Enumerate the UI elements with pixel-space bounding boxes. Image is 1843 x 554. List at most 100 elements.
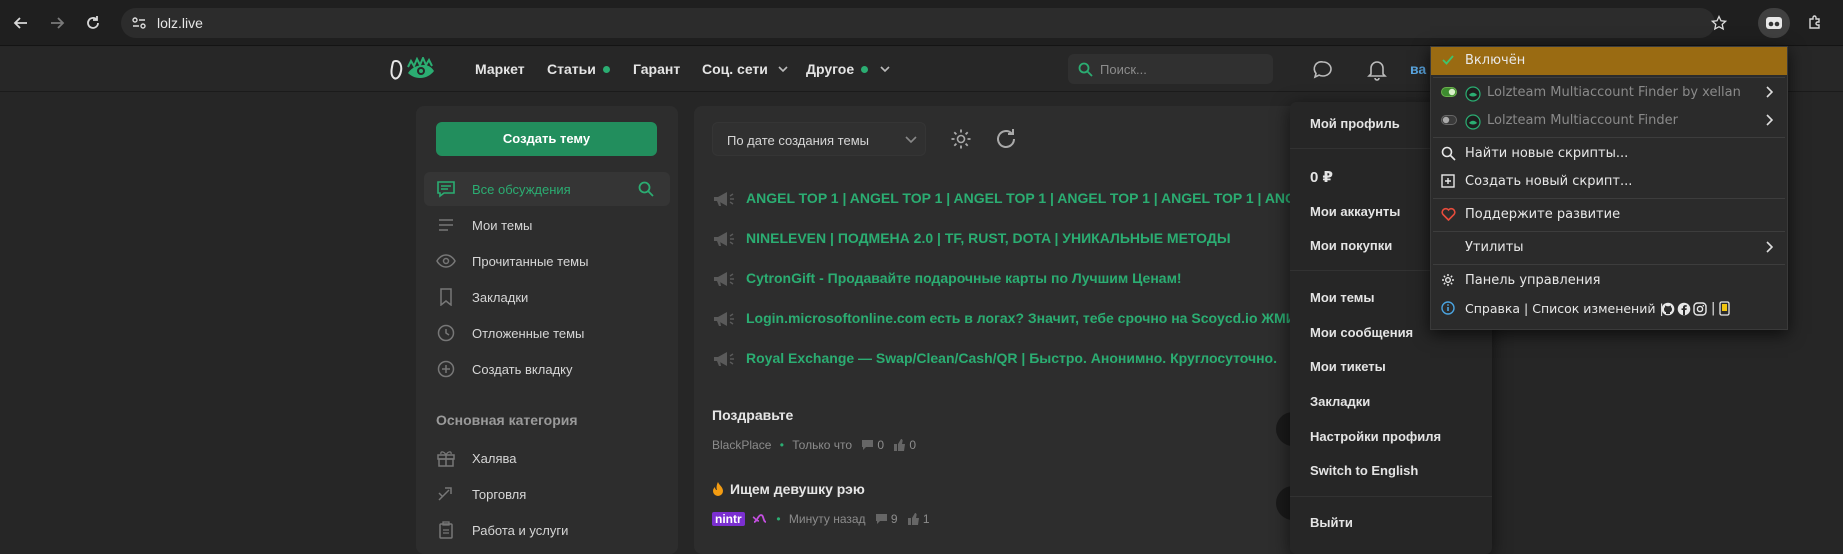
notifications-bell-icon[interactable]	[1367, 59, 1387, 81]
search-icon[interactable]	[638, 181, 654, 197]
chevron-right-icon	[1766, 241, 1773, 253]
megaphone-icon	[714, 232, 734, 246]
nav-other[interactable]: Другое	[806, 61, 890, 77]
sidebar-item-bookmarks[interactable]: Закладки	[424, 280, 670, 314]
my-profile-link[interactable]: Мой профиль	[1310, 116, 1400, 131]
nav-social[interactable]: Соц. сети	[702, 61, 788, 77]
like-icon	[907, 513, 919, 525]
my-messages-link[interactable]: Мои сообщения	[1310, 325, 1413, 340]
messages-icon[interactable]	[1313, 60, 1333, 80]
my-purchases-link[interactable]: Мои покупки	[1310, 238, 1392, 253]
sidebar: Создать тему Все обсуждения Мои темы Про…	[416, 106, 678, 554]
chevron-down-icon	[778, 66, 788, 73]
thread-title[interactable]: Поздравьте	[712, 407, 793, 423]
thread-time: Только что	[792, 438, 853, 452]
info-icon	[1441, 301, 1455, 315]
back-arrow-icon[interactable]	[8, 10, 34, 36]
user-badge-icon	[752, 514, 767, 523]
facebook-icon[interactable]	[1677, 302, 1691, 316]
comment-icon	[862, 440, 874, 450]
sidebar-item-work-services[interactable]: Работа и услуги	[424, 513, 670, 547]
bookmark-star-icon[interactable]	[1711, 15, 1727, 31]
help-item[interactable]: Справка | Список изменений | |	[1431, 295, 1787, 323]
sort-select[interactable]: По дате создания темы	[712, 122, 926, 156]
github-icon[interactable]	[1661, 302, 1675, 316]
comment-icon	[875, 514, 887, 524]
reload-icon[interactable]	[80, 10, 106, 36]
my-threads-link[interactable]: Мои темы	[1310, 290, 1375, 305]
switch-language-link[interactable]: Switch to English	[1310, 463, 1418, 478]
address-bar[interactable]: lolz.live	[121, 8, 1727, 38]
create-thread-button[interactable]: Создать тему	[436, 122, 657, 156]
divider	[1433, 198, 1785, 199]
nav-guarantor[interactable]: Гарант	[633, 61, 680, 77]
plus-square-icon	[1441, 174, 1455, 188]
thread-meta: nintr • Минуту назад 9 1	[712, 512, 930, 526]
heart-icon	[1441, 207, 1456, 221]
chevron-down-icon	[880, 66, 890, 73]
new-dot	[602, 66, 610, 73]
chevron-right-icon	[1766, 114, 1773, 126]
enabled-toggle[interactable]: Включён	[1431, 47, 1787, 75]
forward-arrow-icon[interactable]	[44, 10, 70, 36]
divider	[1290, 496, 1492, 497]
balance[interactable]: 0 ₽	[1310, 168, 1333, 186]
thread-author[interactable]: nintr	[712, 512, 745, 526]
gear-icon	[1442, 274, 1454, 286]
sidebar-item-read-threads[interactable]: Прочитанные темы	[424, 244, 670, 278]
plus-circle-icon	[437, 360, 455, 378]
my-tickets-link[interactable]: Мои тикеты	[1310, 359, 1386, 374]
support-item[interactable]: Поддержите развитие	[1431, 201, 1787, 229]
url-text[interactable]: lolz.live	[157, 15, 203, 31]
nav-market[interactable]: Маркет	[475, 61, 525, 77]
browser-toolbar: lolz.live	[0, 0, 1843, 46]
create-script-item[interactable]: Создать новый скрипт...	[1431, 168, 1787, 196]
mobile-phone-icon[interactable]	[1719, 301, 1730, 316]
new-dot	[861, 66, 869, 73]
find-scripts-item[interactable]: Найти новые скрипты...	[1431, 140, 1787, 168]
toggle-off-icon[interactable]	[1441, 115, 1457, 125]
sidebar-item-postponed[interactable]: Отложенные темы	[424, 316, 670, 350]
dashboard-item[interactable]: Панель управления	[1431, 267, 1787, 295]
refresh-icon[interactable]	[994, 127, 1018, 151]
site-settings-icon[interactable]	[131, 15, 147, 31]
username-link[interactable]: ва	[1410, 61, 1426, 77]
megaphone-icon	[714, 352, 734, 366]
sidebar-item-create-tab[interactable]: Создать вкладку	[424, 352, 670, 386]
thread-meta: BlackPlace • Только что 0 0	[712, 438, 917, 452]
logout-link[interactable]: Выйти	[1310, 515, 1353, 530]
site-logo-icon[interactable]	[390, 57, 450, 83]
gear-icon[interactable]	[950, 128, 972, 150]
my-accounts-link[interactable]: Мои аккаунты	[1310, 204, 1400, 219]
bookmarks-link[interactable]: Закладки	[1310, 394, 1370, 409]
divider	[1433, 264, 1785, 265]
tampermonkey-icon[interactable]	[1758, 8, 1790, 38]
divider	[1433, 137, 1785, 138]
extensions-puzzle-icon[interactable]	[1802, 10, 1828, 36]
script-item[interactable]: Lolzteam Multiaccount Finder	[1431, 107, 1787, 135]
checkmark-icon	[1442, 55, 1454, 65]
nav-articles[interactable]: Статьи	[547, 61, 610, 77]
chat-icon	[437, 181, 455, 198]
sidebar-item-trading[interactable]: Торговля	[424, 477, 670, 511]
bookmark-icon	[440, 288, 452, 306]
search-input[interactable]: Поиск...	[1068, 54, 1273, 84]
tampermonkey-menu: Включён Lolzteam Multiaccount Finder by …	[1430, 46, 1788, 330]
list-icon	[439, 219, 453, 231]
toggle-on-icon[interactable]	[1441, 87, 1457, 97]
section-title: Основная категория	[436, 412, 578, 428]
utilities-item[interactable]: Утилиты	[1431, 234, 1787, 262]
chevron-right-icon	[1766, 86, 1773, 98]
thread-author[interactable]: BlackPlace	[712, 438, 771, 452]
script-item[interactable]: Lolzteam Multiaccount Finder by xellan	[1431, 79, 1787, 107]
sidebar-item-all-discussions[interactable]: Все обсуждения	[424, 172, 670, 206]
clock-icon	[437, 324, 455, 342]
sidebar-item-my-threads[interactable]: Мои темы	[424, 208, 670, 242]
search-icon	[1078, 62, 1093, 77]
instagram-icon[interactable]	[1693, 302, 1707, 316]
sidebar-item-freebies[interactable]: Халява	[424, 441, 670, 475]
thread-title[interactable]: Ищем девушку рэю	[730, 481, 865, 497]
eye-icon	[436, 254, 456, 268]
clipboard-icon	[439, 521, 453, 539]
profile-settings-link[interactable]: Настройки профиля	[1310, 429, 1441, 444]
